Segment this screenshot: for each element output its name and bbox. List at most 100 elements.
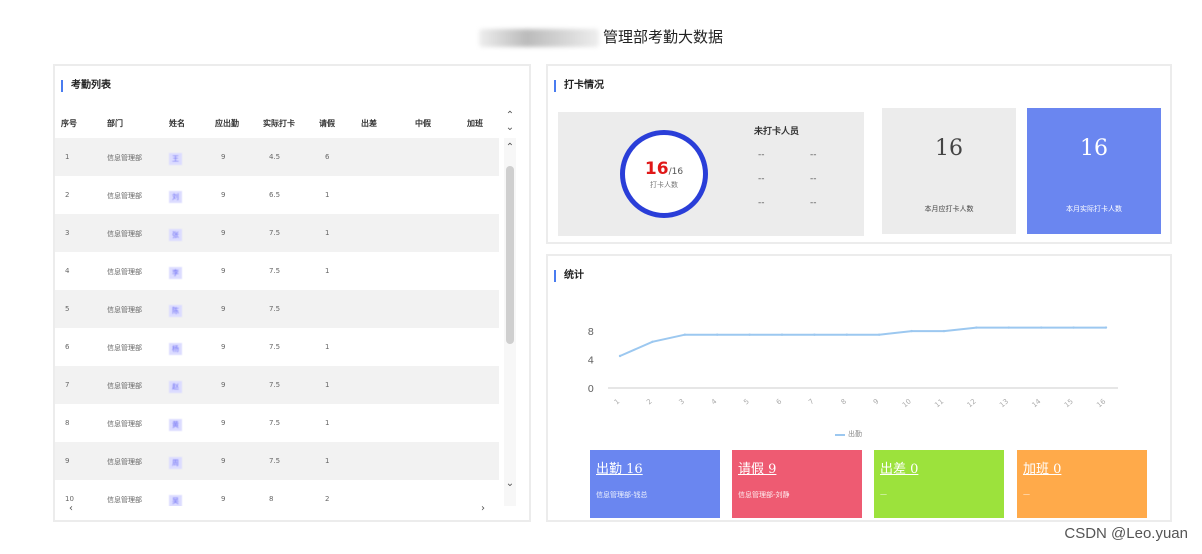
unpunched-entry: --: [810, 150, 817, 160]
column-header[interactable]: 实际打卡: [263, 118, 295, 129]
data-point[interactable]: [1007, 326, 1010, 329]
table-row[interactable]: 7 信息管理部 赵 9 7.5 1: [55, 366, 499, 404]
horizontal-scrollbar[interactable]: ‹ ›: [65, 503, 497, 517]
cell-actual: 7.5: [269, 343, 281, 351]
cell-leave: 1: [325, 229, 330, 237]
card-subtitle: —: [1023, 490, 1030, 498]
cell-due: 9: [221, 191, 226, 199]
data-point[interactable]: [618, 354, 622, 358]
cell-leave: 6: [325, 153, 330, 161]
cell-leave: 1: [325, 419, 330, 427]
column-header[interactable]: 请假: [319, 118, 335, 129]
scroll-left-icon[interactable]: ‹: [69, 503, 73, 514]
cell-no: 4: [65, 267, 70, 275]
cell-actual: 7.5: [269, 419, 281, 427]
scroll-down-icon[interactable]: ⌄: [504, 478, 516, 489]
data-point[interactable]: [748, 333, 751, 336]
column-header[interactable]: 加班: [467, 118, 483, 129]
data-point[interactable]: [1104, 326, 1108, 329]
attendance-card[interactable]: 出勤 16 信息管理部-钱总: [590, 450, 720, 518]
actual-count: 16: [1080, 136, 1108, 161]
table-row[interactable]: 6 信息管理部 杨 9 7.5 1: [55, 328, 499, 366]
scroll-up-icon[interactable]: ⌃: [504, 110, 516, 121]
cell-no: 3: [65, 229, 70, 237]
vertical-scrollbar[interactable]: ⌃ ⌄: [504, 138, 516, 506]
data-point[interactable]: [845, 333, 848, 336]
business-trip-card[interactable]: 出差 0 —: [874, 450, 1004, 518]
attendance-table-body: 1 信息管理部王 9 4.5 6 2 信息管理部刘 9 6.5 1 3 信息管理部张 9 7.5 1 4 信息管…: [55, 138, 499, 506]
page-title-text: 管理部考勤大数据: [602, 28, 723, 46]
column-header[interactable]: 部门: [107, 118, 123, 129]
card-title[interactable]: 出勤 16: [596, 458, 643, 477]
ring-total: /16: [668, 167, 684, 177]
cell-actual: 8: [269, 495, 274, 503]
data-point[interactable]: [878, 333, 881, 336]
table-row[interactable]: 3 信息管理部 张 9 7.5 1: [55, 214, 499, 252]
clock-in-progress-ring: 16/16 打卡人数: [620, 130, 708, 218]
actual-label: 本月实际打卡人数: [1066, 205, 1122, 213]
x-tick-label: 1: [613, 397, 622, 406]
clock-in-panel: 打卡情况 16/16 打卡人数 未打卡人员 -- -- -- -- -- -- …: [546, 64, 1172, 244]
data-point[interactable]: [1072, 326, 1075, 329]
data-point[interactable]: [813, 333, 816, 336]
y-tick-label: 0: [588, 384, 594, 395]
table-row[interactable]: 2 信息管理部 刘 9 6.5 1: [55, 176, 499, 214]
card-title[interactable]: 请假 9: [738, 458, 776, 477]
data-point[interactable]: [942, 329, 946, 333]
data-point[interactable]: [975, 326, 978, 329]
cell-actual: 4.5: [269, 153, 281, 161]
scroll-up-icon[interactable]: ⌃: [504, 142, 516, 153]
column-header[interactable]: 应出勤: [215, 118, 239, 129]
series-line-attendance: [619, 326, 1106, 357]
cell-name: 赵: [169, 381, 182, 393]
data-point[interactable]: [651, 340, 654, 343]
total-clock-in-card: 16 本月应打卡人数: [882, 108, 1016, 234]
unpunched-entry: --: [758, 174, 765, 184]
card-title[interactable]: 加班 0: [1023, 458, 1061, 477]
cell-leave: 1: [325, 457, 330, 465]
cell-due: 9: [221, 457, 226, 465]
cell-name: 黄: [169, 419, 182, 431]
cell-no: 2: [65, 191, 70, 199]
table-row[interactable]: 8 信息管理部 黄 9 7.5 1: [55, 404, 499, 442]
column-header[interactable]: 出差: [361, 118, 377, 129]
data-point[interactable]: [1040, 326, 1043, 329]
card-subtitle: 信息管理部-钱总: [596, 491, 648, 499]
table-row[interactable]: 9 信息管理部 周 9 7.5 1: [55, 442, 499, 480]
cell-leave: 2: [325, 495, 330, 503]
ring-label: 打卡人数: [650, 181, 678, 189]
cell-leave: 1: [325, 381, 330, 389]
cell-name: 张: [169, 229, 182, 241]
card-title[interactable]: 出差 0: [880, 458, 918, 477]
cell-due: 9: [221, 495, 226, 503]
cell-no: 10: [65, 495, 74, 503]
leave-card[interactable]: 请假 9 信息管理部-刘静: [732, 450, 862, 518]
data-point[interactable]: [683, 333, 686, 336]
table-row[interactable]: 5 信息管理部 陈 9 7.5: [55, 290, 499, 328]
overtime-card[interactable]: 加班 0 —: [1017, 450, 1147, 518]
unpunched-title: 未打卡人员: [754, 127, 800, 137]
data-point[interactable]: [910, 329, 913, 333]
scrollbar-thumb[interactable]: [506, 166, 514, 344]
statistics-title: 统计: [554, 270, 584, 282]
cell-dept: 信息管理部: [107, 344, 142, 352]
column-header[interactable]: 姓名: [169, 118, 185, 129]
data-point[interactable]: [716, 333, 719, 336]
table-row[interactable]: 1 信息管理部 王 9 4.5 6: [55, 138, 499, 176]
x-tick-label: 5: [742, 397, 751, 406]
table-row[interactable]: 4 信息管理部 李 9 7.5 1: [55, 252, 499, 290]
data-point[interactable]: [780, 333, 784, 336]
cell-due: 9: [221, 381, 226, 389]
scroll-right-icon[interactable]: ›: [481, 503, 485, 514]
title-blurred-region: [478, 29, 599, 47]
cell-dept: 信息管理部: [107, 382, 142, 390]
legend-label[interactable]: 出勤: [848, 429, 862, 439]
cell-leave: 1: [325, 191, 330, 199]
column-header[interactable]: 序号: [61, 118, 77, 129]
cell-due: 9: [221, 267, 226, 275]
cell-actual: 7.5: [269, 457, 281, 465]
unpunched-entry: --: [758, 150, 765, 160]
column-header[interactable]: 中假: [415, 118, 431, 129]
scroll-down-icon[interactable]: ⌄: [504, 122, 516, 133]
cell-dept: 信息管理部: [107, 192, 142, 200]
